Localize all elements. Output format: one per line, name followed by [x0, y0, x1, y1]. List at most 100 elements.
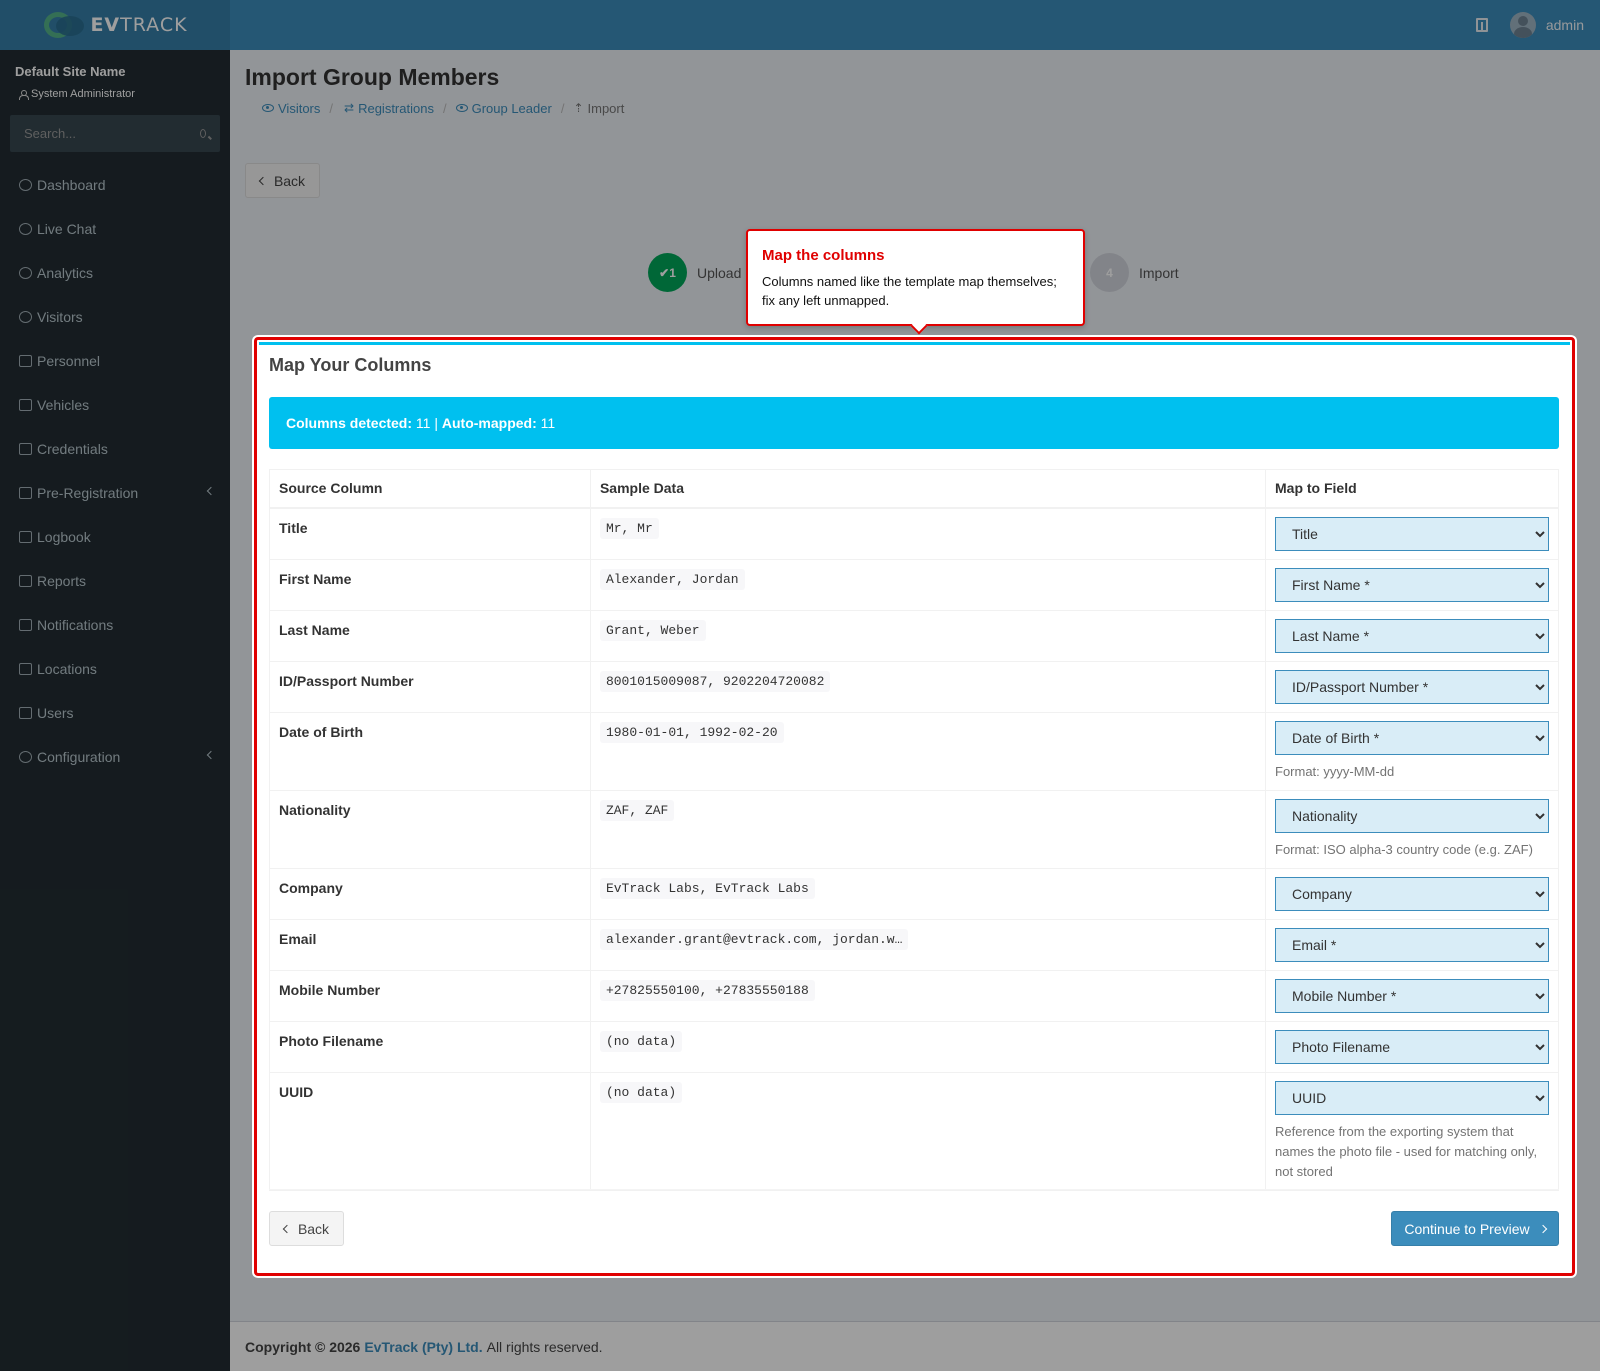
map-field-select[interactable]: ID/Passport Number * — [1275, 669, 1549, 704]
tour-title: Map the columns — [762, 247, 885, 264]
user-gear-icon — [19, 707, 32, 719]
sample-data: (no data) — [599, 1030, 683, 1052]
page-footer: Copyright © 2026 EvTrack (Pty) Ltd. All … — [230, 1321, 1600, 1371]
chevron-left-icon — [282, 1224, 292, 1233]
wizard-step-import: 4 Import — [1090, 253, 1179, 292]
sidebar-search — [10, 115, 220, 152]
table-header-row: Source Column Sample Data Map to Field — [269, 469, 1559, 509]
user-menu[interactable]: admin — [1509, 12, 1584, 38]
map-field-select[interactable]: Email * — [1275, 927, 1549, 962]
continue-to-preview-button[interactable]: Continue to Preview — [1391, 1211, 1559, 1246]
dashboard-icon — [19, 179, 32, 191]
map-field-select[interactable]: Photo Filename — [1275, 1029, 1549, 1064]
eye-icon — [455, 104, 468, 112]
sample-data: Mr, Mr — [599, 517, 659, 539]
sidebar-item-configuration[interactable]: Configuration — [0, 735, 230, 779]
map-field-select[interactable]: First Name * — [1275, 567, 1549, 602]
users-icon — [19, 355, 32, 367]
top-navbar: EVTRACK admin — [0, 0, 1600, 50]
table-row: Last Name Grant, Weber Last Name * — [269, 609, 1559, 662]
chart-icon — [19, 575, 32, 587]
box-title: Map Your Columns — [269, 355, 432, 375]
table-row: Email alexander.grant@evtrack.com, jorda… — [269, 918, 1559, 971]
building-icon — [19, 663, 32, 675]
search-icon[interactable] — [200, 129, 206, 138]
sidebar-item-personnel[interactable]: Personnel — [0, 339, 230, 383]
back-button[interactable]: Back — [245, 163, 320, 198]
chevron-left-icon — [206, 486, 216, 496]
map-field-select[interactable]: UUID — [1275, 1080, 1549, 1115]
eye-icon — [19, 311, 32, 323]
sample-data: EvTrack Labs, EvTrack Labs — [599, 877, 815, 899]
detection-summary: Columns detected: 11 | Auto-mapped: 11 — [269, 397, 1559, 449]
tour-highlight: Map Your Columns Columns detected: 11 | … — [254, 337, 1575, 1276]
table-row: Photo Filename (no data) Photo Filename — [269, 1020, 1559, 1073]
sidebar-item-locations[interactable]: Locations — [0, 647, 230, 691]
id-card-icon — [19, 443, 32, 455]
table-row: Mobile Number +27825550100, +27835550188… — [269, 969, 1559, 1022]
table-row: Date of Birth 1980-01-01, 1992-02-20 Dat… — [269, 711, 1559, 791]
sidebar: Default Site Name System Administrator D… — [0, 50, 230, 1371]
company-link[interactable]: EvTrack (Pty) Ltd. — [364, 1339, 482, 1355]
sidebar-item-logbook[interactable]: Logbook — [0, 515, 230, 559]
table-row: Title Mr, Mr Title — [269, 507, 1559, 560]
sample-data: Grant, Weber — [599, 619, 706, 641]
field-help: Format: yyyy-MM-dd — [1275, 763, 1395, 779]
breadcrumb-import: ⇡ Import — [573, 100, 625, 116]
book-icon — [19, 531, 32, 543]
field-help: Reference from the exporting system that… — [1275, 1123, 1538, 1179]
chevron-left-icon — [206, 750, 216, 760]
map-field-select[interactable]: Mobile Number * — [1275, 978, 1549, 1013]
docs-book-icon[interactable] — [1475, 18, 1488, 32]
table-row: UUID (no data) UUID Reference from the ex… — [269, 1071, 1559, 1191]
car-icon — [19, 399, 32, 411]
chevron-left-icon — [258, 176, 268, 185]
sidebar-item-reports[interactable]: Reports — [0, 559, 230, 603]
eye-icon — [262, 104, 274, 112]
search-input[interactable] — [24, 126, 200, 141]
sidebar-item-pre-registration[interactable]: Pre-Registration — [0, 471, 230, 515]
step-number: 4 — [1090, 253, 1129, 292]
check-icon: ✔ 1 — [648, 253, 687, 292]
upload-icon: ⇡ — [573, 101, 584, 115]
sample-data: Alexander, Jordan — [599, 568, 745, 590]
breadcrumb: Visitors / ⇄ Registrations / Group Leader… — [245, 95, 1585, 121]
field-help: Format: ISO alpha-3 country code (e.g. Z… — [1275, 841, 1533, 857]
map-field-select[interactable]: Last Name * — [1275, 618, 1549, 653]
user-icon — [19, 89, 29, 100]
breadcrumb-visitors[interactable]: Visitors — [245, 101, 320, 116]
back-button[interactable]: Back — [269, 1211, 344, 1246]
map-columns-box: Map Your Columns Columns detected: 11 | … — [259, 342, 1570, 1271]
chat-icon — [19, 619, 32, 631]
tour-popover: Map the columns Columns named like the t… — [746, 229, 1085, 335]
map-field-select[interactable]: Title — [1275, 516, 1549, 551]
sidebar-item-users[interactable]: Users — [0, 691, 230, 735]
headset-icon — [19, 223, 32, 235]
map-field-select[interactable]: Date of Birth * — [1275, 720, 1549, 755]
breadcrumb-group-leader[interactable]: Group Leader — [455, 101, 552, 116]
sidebar-item-dashboard[interactable]: Dashboard — [0, 163, 230, 207]
table-row: Nationality ZAF, ZAF Nationality Format: … — [269, 789, 1559, 869]
table-row: ID/Passport Number 8001015009087, 920220… — [269, 660, 1559, 713]
sidebar-item-analytics[interactable]: Analytics — [0, 251, 230, 295]
sidebar-menu: Dashboard Live Chat Analytics Visitors P… — [0, 163, 230, 779]
map-field-select[interactable]: Nationality — [1275, 798, 1549, 833]
map-field-select[interactable]: Company — [1275, 876, 1549, 911]
sample-data: 8001015009087, 9202204720082 — [599, 670, 831, 692]
sidebar-item-credentials[interactable]: Credentials — [0, 427, 230, 471]
site-name: Default Site Name — [15, 64, 126, 79]
exchange-icon: ⇄ — [344, 101, 355, 115]
sidebar-item-live-chat[interactable]: Live Chat — [0, 207, 230, 251]
logo[interactable]: EVTRACK — [0, 0, 230, 50]
sidebar-item-visitors[interactable]: Visitors — [0, 295, 230, 339]
sample-data: alexander.grant@evtrack.com, jordan.w… — [599, 928, 909, 950]
page-title: Import Group Members — [245, 64, 500, 90]
breadcrumb-registrations[interactable]: ⇄ Registrations — [342, 101, 434, 116]
tour-text: Columns named like the template map them… — [762, 274, 1057, 308]
sidebar-item-notifications[interactable]: Notifications — [0, 603, 230, 647]
table-row: Company EvTrack Labs, EvTrack Labs Compa… — [269, 867, 1559, 920]
sample-data: 1980-01-01, 1992-02-20 — [599, 721, 784, 743]
sample-data: +27825550100, +27835550188 — [599, 979, 815, 1001]
sidebar-item-vehicles[interactable]: Vehicles — [0, 383, 230, 427]
chevron-right-icon — [1538, 1224, 1547, 1233]
